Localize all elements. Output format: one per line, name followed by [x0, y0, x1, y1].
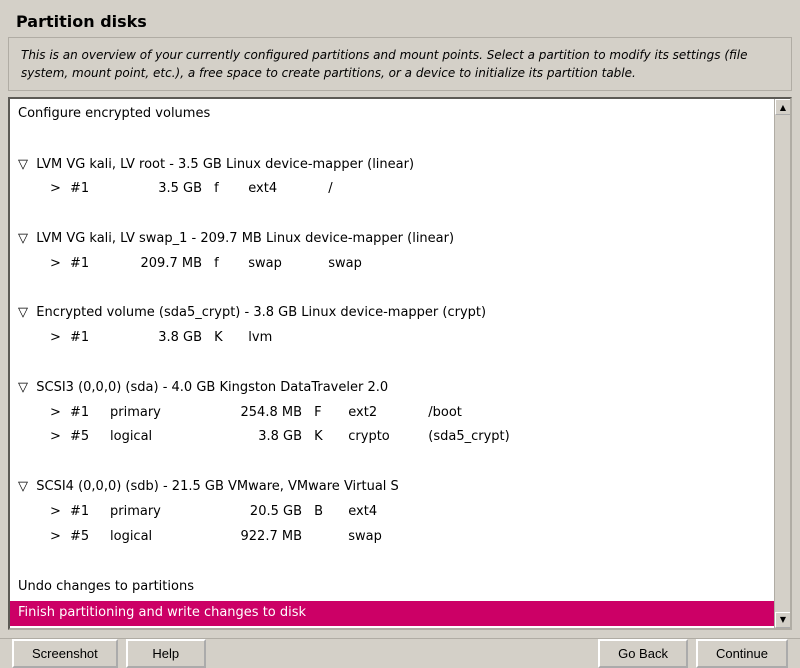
partition-type: primary — [110, 502, 210, 523]
partition-type: logical — [110, 427, 210, 448]
configure-encrypted-item[interactable]: Configure encrypted volumes — [10, 101, 774, 128]
partition-flag: K — [210, 328, 240, 349]
partition-mount: swap — [320, 254, 362, 275]
scsi3-item-5[interactable]: > #5 logical 3.8 GB K crypto (sda5_crypt… — [10, 425, 774, 450]
partition-flag: F — [310, 403, 340, 424]
scsi4-item-5[interactable]: > #5 logical 922.7 MB swap — [10, 525, 774, 550]
go-back-button[interactable]: Go Back — [598, 639, 688, 668]
partition-mount: (sda5_crypt) — [420, 427, 510, 448]
partition-flag: K — [310, 427, 340, 448]
partition-num: #1 — [70, 403, 110, 424]
footer: Screenshot Help Go Back Continue — [0, 638, 800, 668]
description-box: This is an overview of your currently co… — [8, 37, 792, 91]
continue-button[interactable]: Continue — [696, 639, 788, 668]
spacer-5 — [10, 450, 774, 475]
lvm-root-header-label: ▽ LVM VG kali, LV root - 3.5 GB Linux de… — [18, 155, 414, 176]
encrypted-header-label: ▽ Encrypted volume (sda5_crypt) - 3.8 GB… — [18, 303, 486, 324]
finish-label: Finish partitioning and write changes to… — [18, 605, 306, 620]
arrow-icon: > — [50, 427, 70, 448]
scroll-up-button[interactable]: ▲ — [775, 99, 791, 115]
partition-num: #5 — [70, 527, 110, 548]
arrow-icon: > — [50, 502, 70, 523]
spacer-2 — [10, 202, 774, 227]
main-content: Partition disks This is an overview of y… — [0, 0, 800, 638]
partition-panel: Configure encrypted volumes ▽ LVM VG kal… — [8, 97, 792, 630]
partition-fs: ext2 — [340, 403, 420, 424]
partition-size: 922.7 MB — [210, 527, 310, 548]
arrow-icon: > — [50, 403, 70, 424]
partition-type: primary — [110, 403, 210, 424]
partition-list[interactable]: Configure encrypted volumes ▽ LVM VG kal… — [10, 99, 790, 628]
footer-left: Screenshot Help — [12, 639, 590, 668]
scsi4-item-1[interactable]: > #1 primary 20.5 GB B ext4 — [10, 500, 774, 525]
lvm-swap-header-label: ▽ LVM VG kali, LV swap_1 - 209.7 MB Linu… — [18, 229, 454, 250]
partition-size: 3.8 GB — [110, 328, 210, 349]
partition-type: logical — [110, 527, 210, 548]
partition-mount: /boot — [420, 403, 462, 424]
partition-fs: crypto — [340, 427, 420, 448]
partition-flag — [310, 527, 340, 548]
spacer-6 — [10, 549, 774, 574]
partition-num: #1 — [70, 502, 110, 523]
spacer-1 — [10, 128, 774, 153]
partition-fs: swap — [340, 527, 420, 548]
arrow-icon: > — [50, 328, 70, 349]
spacer-3 — [10, 277, 774, 302]
partition-fs: ext4 — [240, 179, 320, 200]
partition-fs: swap — [240, 254, 320, 275]
partition-size: 20.5 GB — [210, 502, 310, 523]
partition-size: 3.8 GB — [210, 427, 310, 448]
lvm-swap-header[interactable]: ▽ LVM VG kali, LV swap_1 - 209.7 MB Linu… — [10, 227, 774, 252]
finish-item[interactable]: Finish partitioning and write changes to… — [10, 601, 774, 626]
partition-num: #1 — [70, 179, 110, 200]
arrow-icon: > — [50, 179, 70, 200]
partition-size: 3.5 GB — [110, 179, 210, 200]
scrollbar[interactable]: ▲ ▼ — [774, 99, 790, 628]
footer-right: Go Back Continue — [598, 639, 788, 668]
partition-mount: / — [320, 179, 333, 200]
partition-flag: B — [310, 502, 340, 523]
description-text: This is an overview of your currently co… — [21, 48, 747, 80]
partition-fs: lvm — [240, 328, 320, 349]
lvm-root-item-1[interactable]: > #1 3.5 GB f ext4 / — [10, 177, 774, 202]
scsi3-header-label: ▽ SCSI3 (0,0,0) (sda) - 4.0 GB Kingston … — [18, 378, 388, 399]
undo-item[interactable]: Undo changes to partitions — [10, 574, 774, 601]
scsi4-header-label: ▽ SCSI4 (0,0,0) (sdb) - 21.5 GB VMware, … — [18, 477, 399, 498]
partition-flag: f — [210, 254, 240, 275]
encrypted-item-1[interactable]: > #1 3.8 GB K lvm — [10, 326, 774, 351]
partition-size: 209.7 MB — [110, 254, 210, 275]
partition-num: #1 — [70, 254, 110, 275]
partition-flag: f — [210, 179, 240, 200]
arrow-icon: > — [50, 254, 70, 275]
scsi4-header[interactable]: ▽ SCSI4 (0,0,0) (sdb) - 21.5 GB VMware, … — [10, 475, 774, 500]
spacer-4 — [10, 351, 774, 376]
encrypted-header[interactable]: ▽ Encrypted volume (sda5_crypt) - 3.8 GB… — [10, 301, 774, 326]
scsi3-item-1[interactable]: > #1 primary 254.8 MB F ext2 /boot — [10, 401, 774, 426]
partition-num: #5 — [70, 427, 110, 448]
arrow-icon: > — [50, 527, 70, 548]
partition-num: #1 — [70, 328, 110, 349]
configure-encrypted-label: Configure encrypted volumes — [18, 106, 210, 121]
help-button[interactable]: Help — [126, 639, 206, 668]
screenshot-button[interactable]: Screenshot — [12, 639, 118, 668]
scrollbar-thumb[interactable] — [775, 115, 790, 612]
lvm-swap-item-1[interactable]: > #1 209.7 MB f swap swap — [10, 252, 774, 277]
undo-label: Undo changes to partitions — [18, 579, 194, 594]
scroll-down-button[interactable]: ▼ — [775, 612, 791, 628]
scsi3-header[interactable]: ▽ SCSI3 (0,0,0) (sda) - 4.0 GB Kingston … — [10, 376, 774, 401]
page-title: Partition disks — [8, 8, 792, 37]
partition-fs: ext4 — [340, 502, 420, 523]
partition-size: 254.8 MB — [210, 403, 310, 424]
lvm-root-header[interactable]: ▽ LVM VG kali, LV root - 3.5 GB Linux de… — [10, 153, 774, 178]
